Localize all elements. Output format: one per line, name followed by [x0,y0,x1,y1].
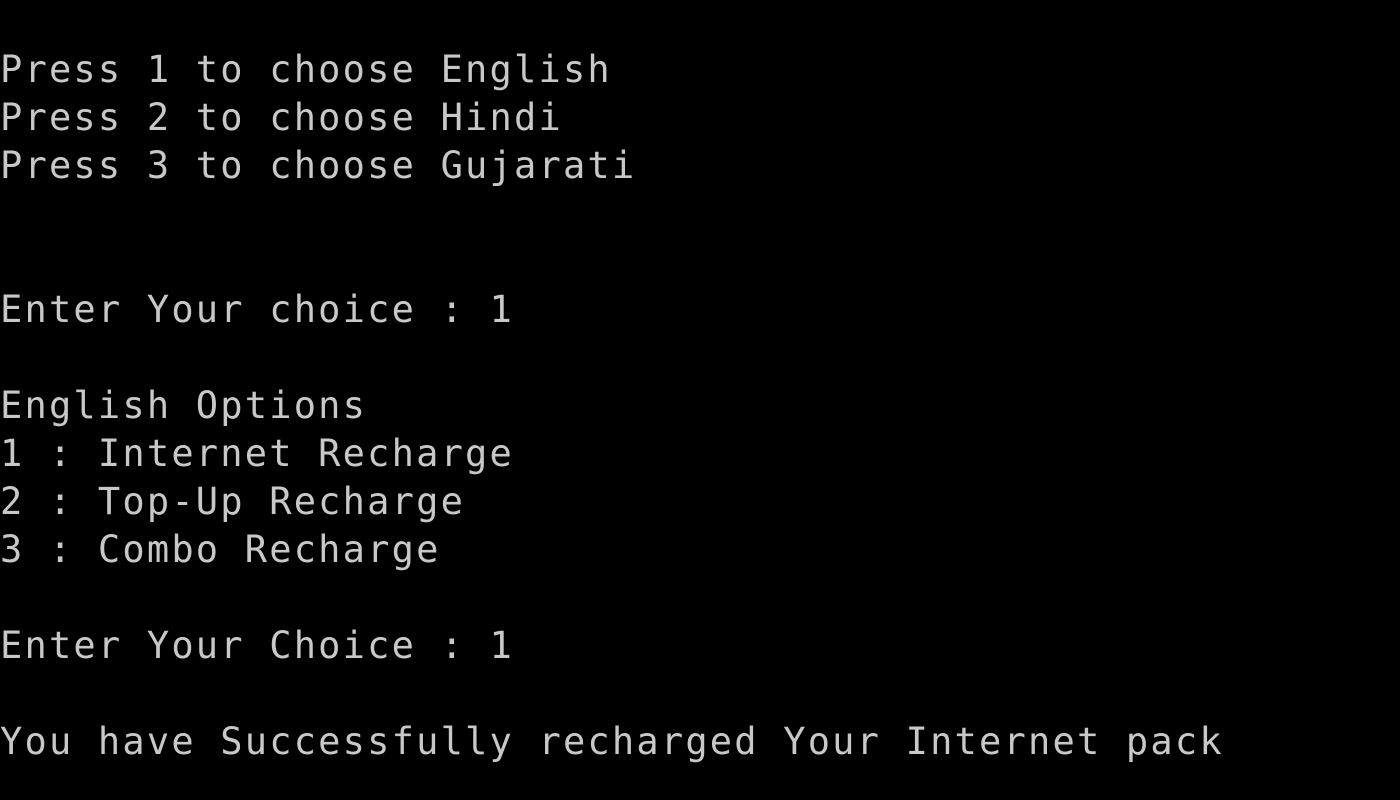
language-option-english: Press 1 to choose English [0,48,612,91]
console-window: Press 1 to choose English Press 2 to cho… [0,0,1400,800]
language-choice-prompt: Enter Your choice : 1 [0,288,514,331]
language-option-gujarati: Press 3 to choose Gujarati [0,144,637,187]
result-message: You have Successfully recharged Your Int… [0,720,1224,763]
option-top-up-recharge: 2 : Top-Up Recharge [0,480,466,523]
option-internet-recharge: 1 : Internet Recharge [0,432,514,475]
option-combo-recharge: 3 : Combo Recharge [0,528,441,571]
option-choice-prompt: Enter Your Choice : 1 [0,624,514,667]
language-option-hindi: Press 2 to choose Hindi [0,96,563,139]
options-title: English Options [0,384,368,427]
